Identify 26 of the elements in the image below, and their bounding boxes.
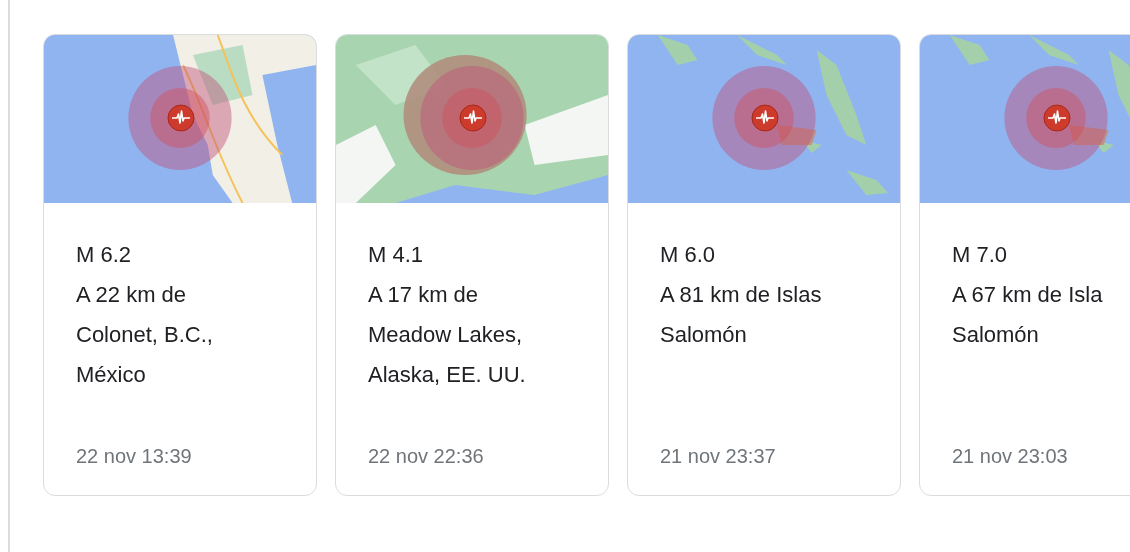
time-text: 21 nov 23:37 xyxy=(660,444,777,469)
location-text: Salomón xyxy=(952,321,1040,349)
magnitude-text: M 7.0 xyxy=(952,241,1009,269)
time-text: 21 nov 23:03 xyxy=(952,444,1069,469)
time-text: 22 nov 13:39 xyxy=(76,444,193,469)
location-text: Alaska, EE. UU. xyxy=(368,361,527,389)
earthquake-card[interactable]: M 6.2 A 22 km de Colonet, B.C., México 22 nov 13:39 xyxy=(43,34,317,496)
seismograph-icon xyxy=(459,104,487,132)
magnitude-text: M 4.1 xyxy=(368,241,425,269)
seismograph-icon xyxy=(167,104,195,132)
magnitude-text: M 6.2 xyxy=(76,241,133,269)
location-text: A 81 km de Islas xyxy=(660,281,823,309)
location-text: Meadow Lakes, xyxy=(368,321,524,349)
location-text: Salomón xyxy=(660,321,748,349)
earthquake-card[interactable]: M 7.0 A 67 km de Isla Salomón 21 nov 23:03 xyxy=(919,34,1130,496)
location-text: A 22 km de xyxy=(76,281,188,309)
seismograph-icon xyxy=(1043,104,1071,132)
location-text: México xyxy=(76,361,147,389)
location-text: A 67 km de Isla xyxy=(952,281,1104,309)
location-text: A 17 km de xyxy=(368,281,480,309)
location-text: Colonet, B.C., xyxy=(76,321,214,349)
time-text: 22 nov 22:36 xyxy=(368,444,485,469)
earthquake-card[interactable]: M 6.0 A 81 km de Islas Salomón 21 nov 23:37 xyxy=(627,34,901,496)
earthquake-card[interactable]: M 4.1 A 17 km de Meadow Lakes, Alaska, EE. UU. 22 nov 22:36 xyxy=(335,34,609,496)
magnitude-text: M 6.0 xyxy=(660,241,717,269)
seismograph-icon xyxy=(751,104,779,132)
